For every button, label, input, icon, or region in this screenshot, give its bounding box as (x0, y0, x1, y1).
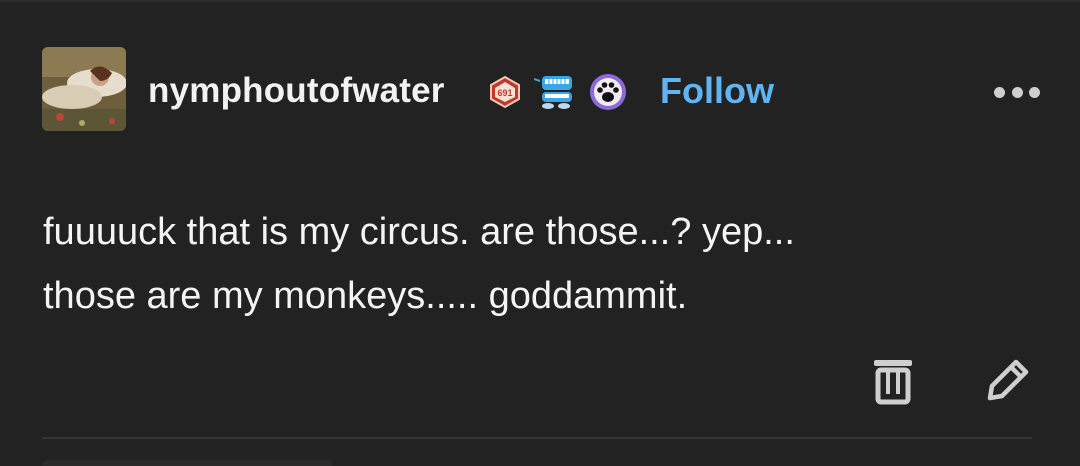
post-body: fuuuuck that is my circus. are those...?… (43, 200, 1003, 328)
avatar[interactable] (42, 47, 126, 131)
d20-badge-label: 691 (497, 88, 512, 98)
dot (1029, 86, 1040, 98)
follow-button[interactable]: Follow (660, 70, 774, 112)
badge-list: 691 (488, 70, 628, 114)
divider (42, 437, 1032, 439)
chattering-teeth-badge-icon[interactable] (534, 73, 576, 111)
post-body-line: fuuuuck that is my circus. are those...?… (43, 211, 795, 253)
post-card: nymphoutofwater 691 Follow fuuuuck that … (0, 0, 1080, 466)
d20-die-badge-icon[interactable]: 691 (488, 75, 522, 109)
trash-icon[interactable] (872, 356, 914, 406)
dot (994, 86, 1005, 98)
pencil-icon[interactable] (984, 356, 1032, 406)
username[interactable]: nymphoutofwater (148, 70, 445, 112)
post-body-line: those are my monkeys..... goddammit. (43, 275, 688, 317)
next-item-bar (42, 460, 332, 466)
avatar-painting-image (42, 47, 126, 131)
top-divider (0, 0, 1080, 2)
more-dots-icon[interactable] (994, 84, 1040, 100)
paw-print-badge-icon[interactable] (588, 72, 628, 112)
dot (1011, 86, 1023, 98)
